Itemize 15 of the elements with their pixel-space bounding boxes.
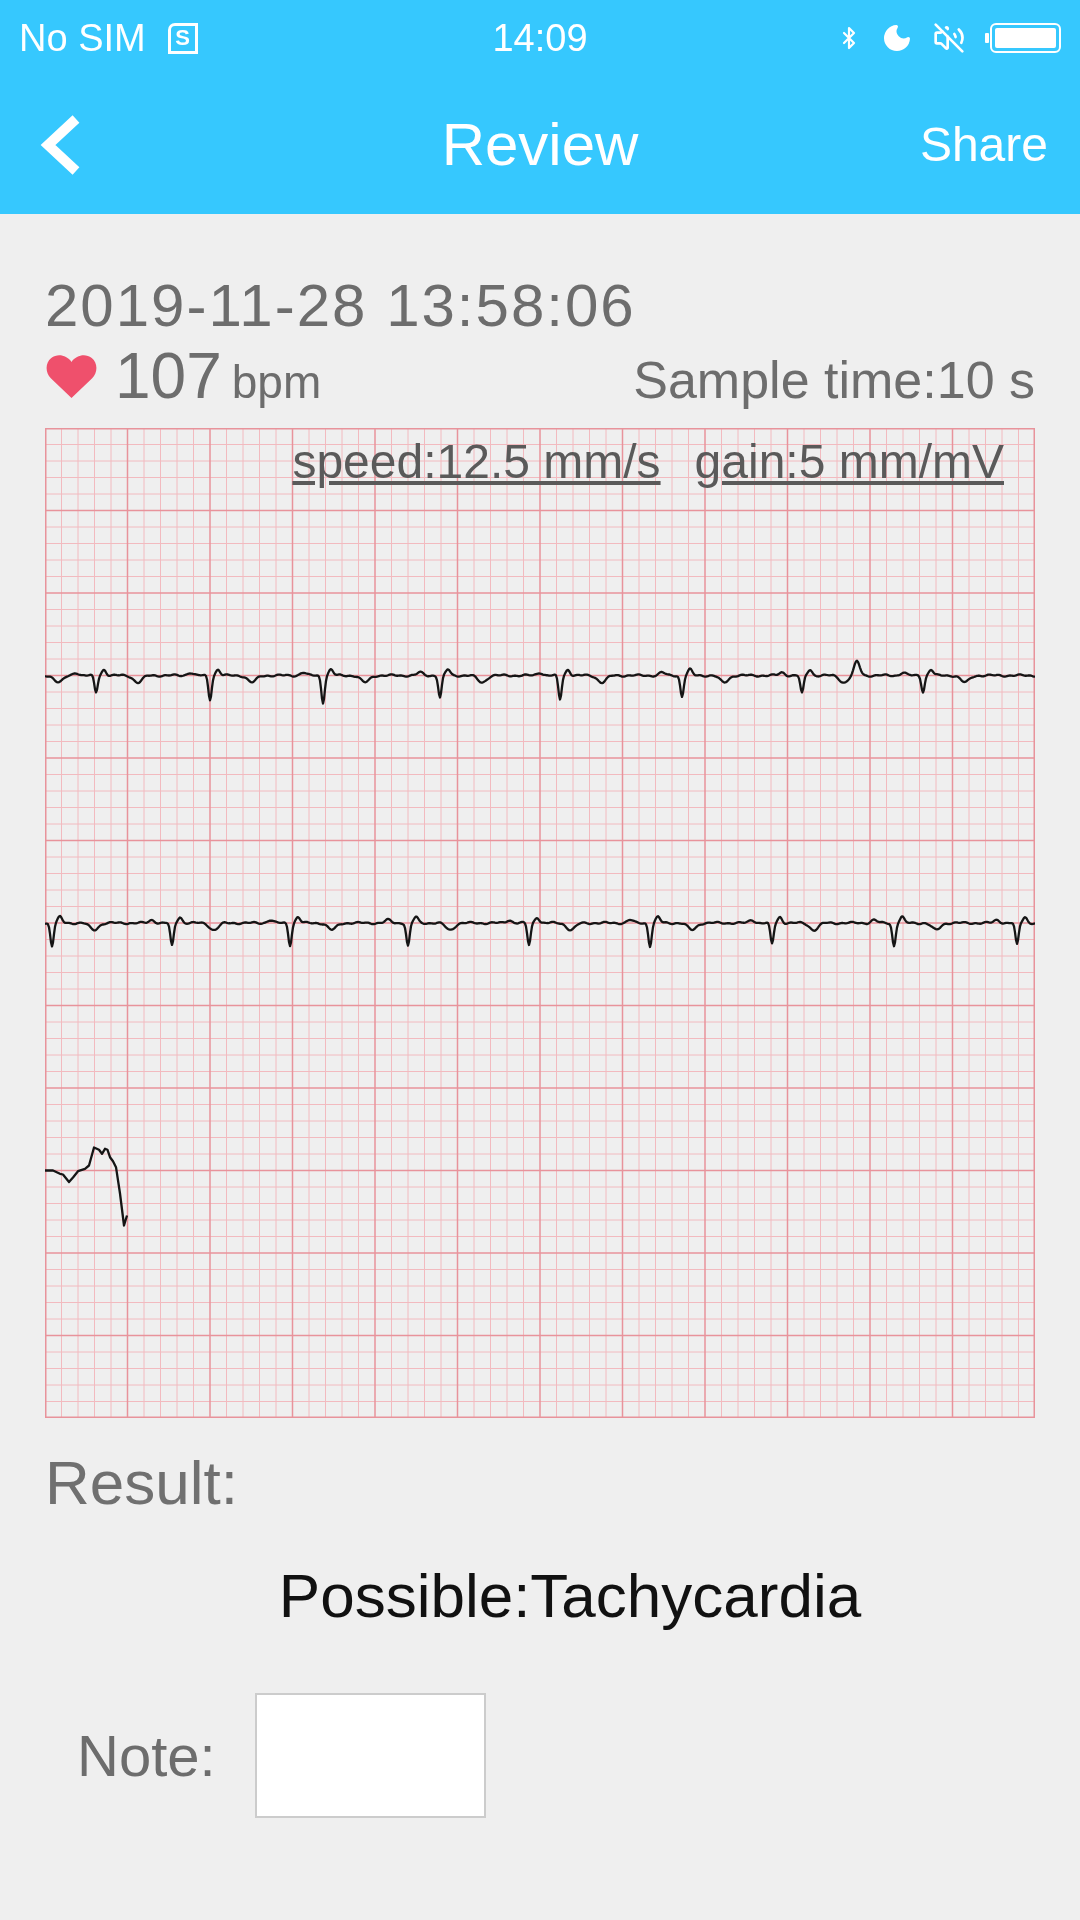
- carrier-label: No SIM: [19, 19, 146, 57]
- heart-rate-value: 107: [115, 344, 222, 408]
- back-button[interactable]: [38, 113, 82, 177]
- result-label: Result:: [45, 1452, 239, 1514]
- status-time: 14:09: [491, 19, 589, 57]
- chevron-left-icon: [38, 113, 82, 177]
- note-label: Note:: [77, 1726, 216, 1785]
- note-field[interactable]: [254, 1693, 486, 1818]
- battery-icon: [985, 23, 1061, 53]
- heart-icon: [45, 354, 98, 398]
- page-title: Review: [440, 115, 640, 175]
- muted-speaker-icon: [933, 22, 965, 54]
- record-timestamp: 2019-11-28 13:58:06: [45, 276, 637, 336]
- sim-badge: S: [167, 22, 198, 54]
- moon-icon: [881, 22, 913, 54]
